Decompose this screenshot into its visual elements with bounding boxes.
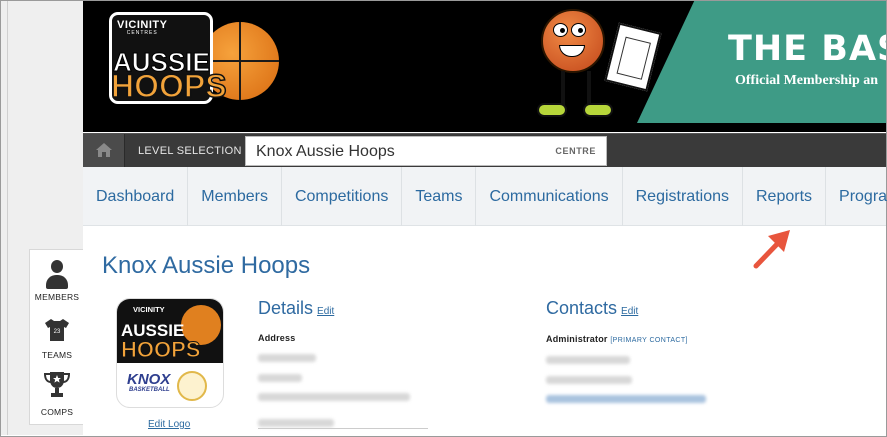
mascot-eyes	[553, 23, 589, 37]
address-line-1-redacted	[258, 354, 316, 362]
knox-basketball-icon	[177, 371, 207, 401]
banner-subtitle: Official Membership an	[735, 73, 879, 88]
member-icon	[44, 260, 70, 290]
banner-title: THE BASKE	[728, 29, 886, 69]
primary-contact-tag: [PRIMARY CONTACT]	[610, 337, 688, 344]
sidebar-item-teams[interactable]: 23 TEAMS	[30, 318, 84, 360]
address-label: Address	[258, 333, 296, 343]
club-logo-vicinity: VICINITY	[133, 305, 165, 314]
details-heading: Details Edit	[258, 298, 334, 319]
mascot-shoe-right	[583, 103, 613, 117]
admin-name-redacted	[546, 356, 630, 364]
level-selection-value: Knox Aussie Hoops	[256, 143, 395, 160]
nav-reports[interactable]: Reports	[743, 167, 827, 226]
mascot-eye-left	[553, 23, 568, 37]
nav-teams[interactable]: Teams	[402, 167, 477, 226]
contacts-edit-link[interactable]: Edit	[621, 306, 638, 317]
club-logo-knox: KNOX	[127, 371, 171, 388]
administrator-label: Administrator [PRIMARY CONTACT]	[546, 334, 688, 344]
contacts-title: Contacts	[546, 298, 618, 318]
main-nav: Dashboard Members Competitions Teams Com…	[83, 167, 887, 226]
nav-communications[interactable]: Communications	[476, 167, 623, 226]
logo-vicinity-text: VICINITY CENTRES	[117, 19, 167, 36]
site-header: VICINITY CENTRES AUSSIE HOOPS THE BASKE …	[83, 1, 886, 132]
mascot-eye-right	[571, 23, 586, 37]
administrator-text: Administrator	[546, 334, 608, 344]
trophy-icon	[43, 372, 71, 397]
quick-access-panel: MEMBERS 23 TEAMS COMPS	[29, 249, 83, 425]
annotation-arrow-icon	[753, 230, 790, 269]
level-selection-dropdown[interactable]: Knox Aussie Hoops CENTRE	[245, 136, 607, 166]
mascot-ball	[541, 9, 605, 73]
sidebar-item-members[interactable]: MEMBERS	[30, 260, 84, 302]
sidebar-members-label: MEMBERS	[34, 292, 80, 302]
club-logo-hoops: HOOPS	[120, 337, 201, 363]
nav-members[interactable]: Members	[188, 167, 282, 226]
home-icon	[96, 143, 112, 157]
edit-logo-link[interactable]: Edit Logo	[148, 419, 190, 430]
jersey-icon: 23	[45, 319, 69, 341]
details-divider	[258, 428, 428, 429]
nav-registrations[interactable]: Registrations	[623, 167, 743, 226]
details-edit-link[interactable]: Edit	[317, 306, 334, 317]
admin-phone-redacted	[546, 376, 632, 384]
nav-competitions[interactable]: Competitions	[282, 167, 403, 226]
club-logo: VICINITY AUSSIE HOOPS KNOX BASKETBALL	[116, 298, 224, 408]
aussie-hoops-logo[interactable]: VICINITY CENTRES AUSSIE HOOPS	[109, 12, 279, 106]
admin-email-redacted[interactable]	[546, 395, 706, 403]
nav-programs[interactable]: Programs	[826, 167, 887, 226]
sidebar-teams-label: TEAMS	[41, 350, 73, 360]
level-selection-label: LEVEL SELECTION	[138, 145, 242, 157]
address-map-link-redacted	[258, 419, 334, 427]
contacts-heading: Contacts Edit	[546, 298, 638, 319]
details-title: Details	[258, 298, 314, 318]
page-title: Knox Aussie Hoops	[102, 252, 311, 279]
address-line-2-redacted	[258, 374, 302, 382]
sidebar-comps-label: COMPS	[40, 407, 74, 417]
logo-hoops-text: HOOPS	[110, 67, 227, 105]
sidebar-item-comps[interactable]: COMPS	[30, 370, 84, 417]
level-selection-bar: LEVEL SELECTION Knox Aussie Hoops CENTRE	[83, 133, 886, 167]
svg-text:23: 23	[54, 329, 61, 335]
basketball-mascot-icon	[533, 7, 663, 127]
nav-dashboard[interactable]: Dashboard	[83, 167, 189, 226]
level-type-badge: CENTRE	[555, 146, 596, 156]
home-button[interactable]	[83, 134, 125, 167]
address-line-3-redacted	[258, 393, 410, 401]
clipboard-icon	[604, 22, 662, 92]
mascot-shoe-left	[537, 103, 567, 117]
club-logo-knox-sub: BASKETBALL	[129, 387, 170, 393]
gutter-divider	[7, 1, 8, 435]
